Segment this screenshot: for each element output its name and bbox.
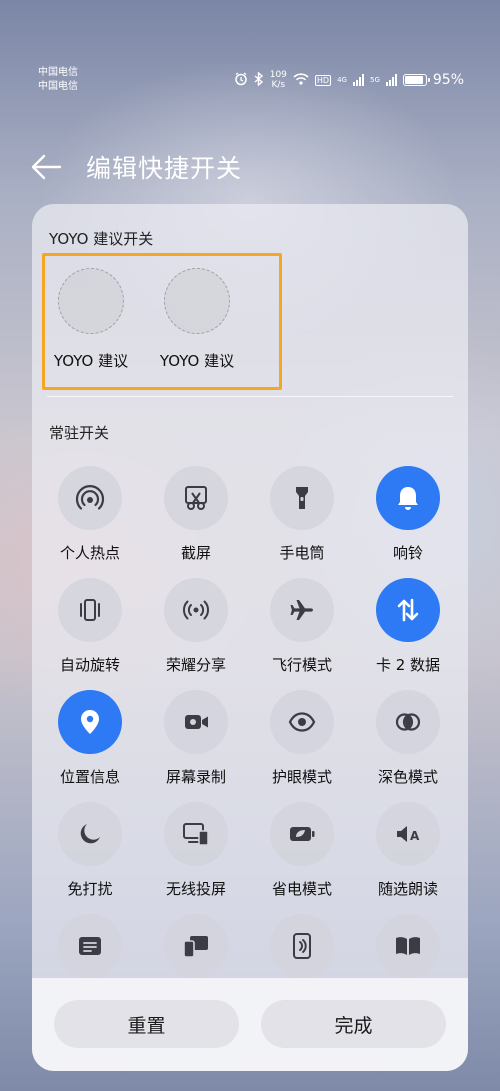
carrier-info: 中国电信 中国电信	[38, 66, 78, 94]
bluetooth-icon	[254, 70, 264, 89]
switch-tile[interactable]: 荣耀分享	[146, 578, 246, 675]
eye-icon	[270, 690, 334, 754]
suggest-slot-2[interactable]: YOYO 建议	[142, 268, 252, 371]
screen-record-icon	[164, 690, 228, 754]
switch-tile-label: 免打扰	[67, 880, 113, 898]
switch-tile[interactable]	[146, 914, 246, 978]
alarm-icon	[234, 71, 248, 89]
switch-tile-label: 省电模式	[271, 880, 332, 898]
book-icon	[376, 914, 440, 978]
switch-tile-label: 截屏	[180, 544, 211, 562]
multi-device-icon	[164, 914, 228, 978]
switch-tile[interactable]: 飞行模式	[252, 578, 352, 675]
switch-tile-label: 响铃	[392, 544, 423, 562]
switch-tile[interactable]: 响铃	[358, 466, 458, 563]
battery-saver-icon	[270, 802, 334, 866]
switch-tile[interactable]: 卡 2 数据	[358, 578, 458, 675]
switch-panel: YOYO 建议开关 YOYO 建议 YOYO 建议 常驻开关 个人热点 截屏 手电筒…	[32, 204, 468, 1071]
nfc-card-icon	[270, 914, 334, 978]
read-aloud-icon: A	[376, 802, 440, 866]
header: 编辑快捷开关	[30, 145, 242, 189]
switch-tile-label: 位置信息	[59, 768, 120, 786]
wifi-icon	[293, 72, 309, 88]
switch-tile[interactable]: 护眼模式	[252, 690, 352, 787]
done-button[interactable]: 完成	[261, 1000, 446, 1048]
switch-tile-label: 荣耀分享	[165, 656, 226, 674]
switch-tile-label: 手电筒	[279, 544, 325, 562]
switch-tile[interactable]	[40, 914, 140, 978]
airplane-icon	[270, 578, 334, 642]
auto-rotate-icon	[58, 578, 122, 642]
footer-bar: 重置 完成	[32, 978, 468, 1071]
hd-badge: HD	[314, 74, 332, 86]
switch-tile[interactable]: 免打扰	[40, 802, 140, 899]
sim1-type: 4G	[337, 76, 347, 84]
battery-icon	[402, 74, 430, 86]
moon-icon	[58, 802, 122, 866]
back-arrow-icon	[31, 154, 62, 180]
switch-tile[interactable]: 自动旋转	[40, 578, 140, 675]
switch-tile-label: 飞行模式	[271, 656, 332, 674]
bell-icon	[376, 466, 440, 530]
svg-text:A: A	[410, 829, 420, 843]
signal-sim1-icon	[352, 74, 364, 86]
switch-tile-label: 卡 2 数据	[375, 656, 441, 674]
battery-percent: 95%	[432, 72, 464, 88]
switch-tile[interactable]: 屏幕录制	[146, 690, 246, 787]
location-icon	[58, 690, 122, 754]
switch-tile[interactable]: 手电筒	[252, 466, 352, 563]
signal-sim2-icon	[385, 74, 397, 86]
carrier-2: 中国电信	[38, 81, 78, 92]
switch-tile[interactable]: 位置信息	[40, 690, 140, 787]
suggest-placeholder-circle	[164, 268, 230, 334]
switch-tile[interactable]	[252, 914, 352, 978]
dark-mode-icon	[376, 690, 440, 754]
switch-tile[interactable]: 截屏	[146, 466, 246, 563]
screenshot-icon	[164, 466, 228, 530]
switch-tile-label: 屏幕录制	[165, 768, 226, 786]
page-title: 编辑快捷开关	[86, 154, 243, 183]
flashlight-icon	[270, 466, 334, 530]
switch-tile[interactable]: 无线投屏	[146, 802, 246, 899]
share-icon	[164, 578, 228, 642]
switch-tile-label: 个人热点	[59, 544, 120, 562]
suggest-section-title: YOYO 建议开关	[49, 230, 154, 248]
status-bar: 中国电信 中国电信 109 K/s HD 4G 5G 95%	[0, 66, 500, 100]
notes-icon	[58, 914, 122, 978]
resident-section-title: 常驻开关	[49, 424, 110, 442]
switch-tile[interactable]: 省电模式	[252, 802, 352, 899]
switch-tile-label: 深色模式	[377, 768, 438, 786]
network-speed: 109 K/s	[269, 70, 287, 90]
suggest-placeholder-circle	[58, 268, 124, 334]
switch-tile-label: 随选朗读	[377, 880, 438, 898]
switch-tile[interactable]: 深色模式	[358, 690, 458, 787]
reset-button[interactable]: 重置	[54, 1000, 239, 1048]
switch-tile-label: 自动旋转	[59, 656, 120, 674]
wireless-projection-icon	[164, 802, 228, 866]
divider	[47, 396, 453, 397]
back-button[interactable]	[30, 147, 70, 187]
suggest-slot-label: YOYO 建议	[159, 352, 235, 370]
mobile-data-icon	[376, 578, 440, 642]
switch-tile[interactable]: A 随选朗读	[358, 802, 458, 899]
sim2-type: 5G	[369, 76, 380, 84]
suggest-slot-1[interactable]: YOYO 建议	[36, 268, 146, 371]
switch-tile[interactable]	[358, 914, 458, 978]
switch-tile-label: 无线投屏	[165, 880, 226, 898]
suggest-slot-label: YOYO 建议	[53, 352, 129, 370]
carrier-1: 中国电信	[38, 67, 78, 78]
switch-tile-label: 护眼模式	[271, 768, 332, 786]
hotspot-icon	[58, 466, 122, 530]
switch-tile[interactable]: 个人热点	[40, 466, 140, 563]
